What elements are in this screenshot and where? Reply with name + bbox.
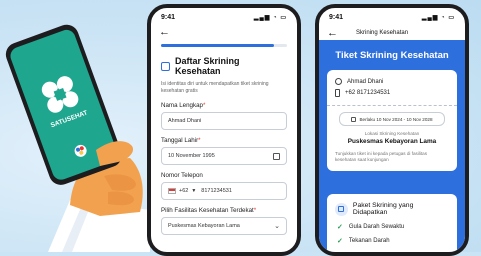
- validity-text: Berlaku 10 Nov 2024 - 10 Nov 2028: [359, 116, 433, 122]
- form-title: Daftar Skrining Kesehatan: [151, 47, 297, 76]
- status-icons: ▂▄▆ ◔ ▭: [421, 14, 455, 21]
- location-value: Puskesmas Kebayoran Lama: [347, 138, 437, 145]
- package-item: ✓ Gula Darah Sewaktu: [337, 224, 405, 231]
- calendar-icon: [351, 116, 357, 122]
- ticket-phone-number: +62 8171234531: [345, 90, 391, 96]
- ticket-card: Ahmad Dhani +62 8171234531 Berlaku 10 No…: [327, 70, 457, 171]
- birthdate-input[interactable]: 10 November 1995: [161, 147, 287, 165]
- chevron-down-icon[interactable]: ▼: [191, 188, 196, 194]
- status-time: 9:41: [329, 13, 344, 21]
- ticket-phone-row: +62 8171234531: [327, 85, 457, 97]
- validity-chip: Berlaku 10 Nov 2024 - 10 Nov 2028: [339, 112, 445, 126]
- ticket-title: Tiket Skrining Kesehatan: [335, 50, 449, 61]
- form-title-text: Daftar Skrining Kesehatan: [174, 56, 240, 76]
- status-icons: ▂▄▆ ◔ ▭: [253, 14, 287, 21]
- phone-icon: [335, 89, 340, 97]
- calendar-icon[interactable]: [273, 152, 280, 160]
- package-card: Paket Skrining yang Didapatkan ✓ Gula Dar…: [327, 194, 457, 252]
- ticket-phone: 9:41 ▂▄▆ ◔ ▭ ← Skrining Kesehatan Tiket …: [315, 4, 469, 256]
- name-value: Ahmad Dhani: [168, 118, 202, 124]
- facility-select[interactable]: Puskesmas Kebayoran Lama ⌄: [161, 217, 287, 235]
- phone-value: 8171234531: [201, 188, 232, 194]
- status-time: 9:41: [161, 13, 176, 21]
- name-label: Nama Lengkap*: [161, 102, 206, 109]
- check-icon: ✓: [337, 238, 343, 245]
- progress-bar: [161, 44, 287, 47]
- header-title: Skrining Kesehatan: [356, 30, 409, 36]
- indonesia-flag-icon: [168, 188, 176, 194]
- package-item: ✓ Tekanan Darah: [337, 238, 390, 245]
- package-icon: [335, 202, 348, 216]
- form-phone: 9:41 ▂▄▆ ◔ ▭ ← Daftar Skrining Kesehatan…: [147, 4, 301, 256]
- name-input[interactable]: Ahmad Dhani: [161, 112, 287, 130]
- status-bar: 9:41 ▂▄▆ ◔ ▭: [319, 8, 465, 26]
- ticket-name: Ahmad Dhani: [347, 78, 384, 85]
- back-arrow-icon[interactable]: ←: [151, 26, 297, 38]
- location-label: Lokasi Skrining Kesehatan: [364, 131, 420, 136]
- phone-label: Nomor Telepon: [161, 172, 203, 179]
- check-icon: ✓: [337, 224, 343, 231]
- chevron-down-icon: ⌄: [274, 223, 280, 230]
- facility-value: Puskesmas Kebayoran Lama: [168, 223, 240, 229]
- divider: [327, 105, 457, 106]
- ticket-note: Tunjukkan tiket ini kepada petugas di fa…: [335, 151, 428, 162]
- package-header: Paket Skrining yang Didapatkan: [327, 194, 457, 220]
- ticket-name-row: Ahmad Dhani: [327, 70, 457, 85]
- birthdate-value: 10 November 1995: [168, 153, 215, 159]
- ticket-header: ← Skrining Kesehatan: [319, 26, 465, 40]
- facility-label: Pilih Fasilitas Kesehatan Terdekat*: [161, 207, 257, 214]
- status-bar: 9:41 ▂▄▆ ◔ ▭: [151, 8, 297, 26]
- back-arrow-icon[interactable]: ←: [327, 27, 338, 39]
- document-icon: [161, 61, 170, 71]
- user-icon: [335, 78, 342, 85]
- birthdate-label: Tanggal Lahir*: [161, 137, 201, 144]
- phone-prefix: +62: [179, 188, 189, 194]
- package-title: Paket Skrining yang Didapatkan: [352, 202, 414, 216]
- form-description: Isi identitas diri untuk mendapatkan tik…: [161, 81, 269, 94]
- progress-fill: [161, 44, 275, 47]
- hand-holding-phone-illustration: SATUSEHAT: [5, 24, 150, 252]
- phone-input[interactable]: +62 ▼ 8171234531: [161, 182, 287, 200]
